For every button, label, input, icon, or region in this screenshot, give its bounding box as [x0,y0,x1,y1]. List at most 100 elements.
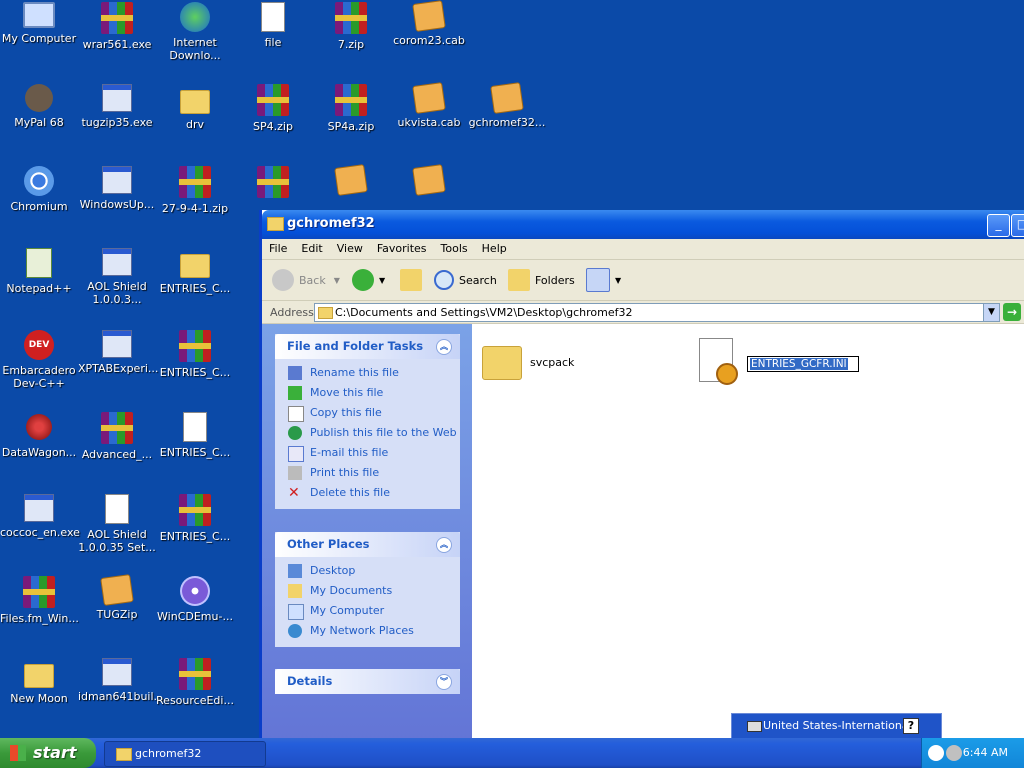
idm-icon [180,2,210,32]
desktop-icon-wincdemu[interactable]: WinCDEmu-... [156,576,234,623]
menu-help[interactable]: Help [475,239,514,255]
desktop-icon-hidden-2[interactable] [312,164,390,198]
desktop-icon [288,564,302,578]
help-icon[interactable]: ? [903,718,919,734]
file-folder-tasks-panel: File and Folder Tasks ︽ Rename this file … [275,334,460,509]
go-button[interactable]: → [1003,303,1021,321]
desktop-icon-wrar[interactable]: wrar561.exe [78,2,156,51]
desktop-icon-drv[interactable]: drv [156,84,234,131]
desktop-icon-entries-file[interactable]: ENTRIES_C... [156,412,234,459]
menu-favorites[interactable]: Favorites [370,239,434,255]
desktop-icon-mypal[interactable]: MyPal 68 [0,84,78,129]
address-path: C:\Documents and Settings\VM2\Desktop\gc… [335,306,633,319]
desktop-icon-27-9-4-1[interactable]: 27-9-4-1.zip [156,166,234,215]
desktop-icon-aol-shield-setup[interactable]: AOL Shield 1.0.0.35 Set... [78,494,156,554]
desktop-icon-corom23[interactable]: corom23.cab [390,0,468,47]
views-icon [586,268,610,292]
place-desktop[interactable]: Desktop [275,561,460,581]
menu-view[interactable]: View [330,239,370,255]
place-my-network[interactable]: My Network Places [275,621,460,641]
desktop-icon-newmoon[interactable]: New Moon [0,658,78,705]
task-print[interactable]: Print this file [275,463,460,483]
notepadpp-icon [26,248,52,278]
address-dropdown-button[interactable]: ▼ [983,304,999,321]
desktop-icon-file[interactable]: file [234,2,312,49]
desktop-icon-hidden-1[interactable] [234,166,312,202]
task-delete[interactable]: ✕ Delete this file [275,483,460,503]
forward-button[interactable]: ▼ [352,268,385,292]
folders-button[interactable]: Folders [508,268,575,292]
desktop-icon-chromium[interactable]: Chromium [0,166,78,213]
menu-edit[interactable]: Edit [294,239,329,255]
desktop-icon-windowsup[interactable]: WindowsUp... [78,166,156,211]
menu-tools[interactable]: Tools [434,239,475,255]
desktop-icon-ukvista[interactable]: ukvista.cab [390,82,468,129]
tray-chevron-icon[interactable] [928,745,944,761]
expand-icon[interactable]: ︾ [436,674,452,690]
task-move[interactable]: Move this file [275,383,460,403]
task-publish[interactable]: Publish this file to the Web [275,423,460,443]
task-email[interactable]: E-mail this file [275,443,460,463]
desktop-icon-entries-rar-1[interactable]: ENTRIES_C... [156,330,234,379]
clock[interactable]: 6:44 AM [963,746,1008,759]
desktop-icon-advanced[interactable]: Advanced_... [78,412,156,461]
desktop-icon-my-computer[interactable]: My Computer [0,2,78,45]
back-button[interactable]: Back ▼ [272,268,340,292]
desktop-icon-aol-shield[interactable]: AOL Shield 1.0.0.3... [78,248,156,306]
desktop-icon-datawagon[interactable]: DataWagon... [0,412,78,459]
desktop-icon-sp4[interactable]: SP4.zip [234,84,312,133]
desktop-icon-gchromef32-cab[interactable]: gchromef32... [468,82,546,129]
minimize-button[interactable]: _ [987,214,1010,237]
desktop-icon-tugzip-exe[interactable]: tugzip35.exe [78,84,156,129]
desktop-icon-notepadpp[interactable]: Notepad++ [0,248,78,295]
winrar-icon [101,412,133,444]
ini-settings-icon [699,338,738,385]
desktop-icon-internet-downloader[interactable]: Internet Downlo... [156,2,234,62]
window-title: gchromef32 [287,216,375,231]
language-bar[interactable]: United States-International ? [731,713,942,739]
winrar-icon [179,494,211,526]
installer-icon [102,330,132,358]
menu-file[interactable]: File [262,239,294,255]
up-folder-button[interactable] [400,268,427,292]
desktop-icon-devcpp[interactable]: DEV Embarcadero Dev-C++ [0,330,78,390]
desktop-icon-xptab[interactable]: XPTABExperi... [78,330,158,375]
place-my-computer[interactable]: My Computer [275,601,460,621]
file-icon [183,412,207,442]
rename-input[interactable]: ENTRIES_GCFR.INI [747,356,859,372]
title-bar[interactable]: gchromef32 _ □ [262,210,1024,239]
cab-icon [412,164,446,196]
desktop-icon-resourceedit[interactable]: ResourceEdi... [156,658,234,707]
desktop-icon-idman[interactable]: idman641buil... [78,658,164,703]
desktop-icon-entries-rar-2[interactable]: ENTRIES_C... [156,494,234,543]
desktop-icon-entries-folder[interactable]: ENTRIES_C... [156,248,234,295]
place-my-documents[interactable]: My Documents [275,581,460,601]
search-button[interactable]: Search [434,268,497,292]
desktop-icon-hidden-3[interactable] [390,164,468,198]
publish-web-icon [288,426,302,440]
panel-header[interactable]: Details ︾ [275,669,460,694]
start-button[interactable]: start [0,738,96,768]
desktop-icon-tugzip[interactable]: TUGZip [78,574,156,621]
desktop-icon-filesfm[interactable]: Files.fm_Win... [0,576,79,625]
window-icon [102,166,132,194]
address-label: Address [270,306,314,319]
collapse-icon[interactable]: ︽ [436,339,452,355]
taskbar-item-gchromef32[interactable]: gchromef32 [104,741,266,767]
cab-icon [334,164,368,196]
collapse-icon[interactable]: ︽ [436,537,452,553]
winrar-icon [257,166,289,198]
cab-icon [100,574,134,606]
task-copy[interactable]: Copy this file [275,403,460,423]
task-rename[interactable]: Rename this file [275,363,460,383]
tray-app-icon[interactable] [946,745,962,761]
desktop-icon-sp4a[interactable]: SP4a.zip [312,84,390,133]
address-input[interactable]: C:\Documents and Settings\VM2\Desktop\gc… [314,303,1000,322]
maximize-button[interactable]: □ [1011,214,1024,237]
window-icon [102,248,132,276]
panel-header[interactable]: Other Places ︽ [275,532,460,557]
desktop-icon-7zip[interactable]: 7.zip [312,2,390,51]
panel-header[interactable]: File and Folder Tasks ︽ [275,334,460,359]
views-button[interactable]: ▼ [586,268,621,292]
desktop-icon-coccoc[interactable]: coccoc_en.exe [0,494,80,539]
